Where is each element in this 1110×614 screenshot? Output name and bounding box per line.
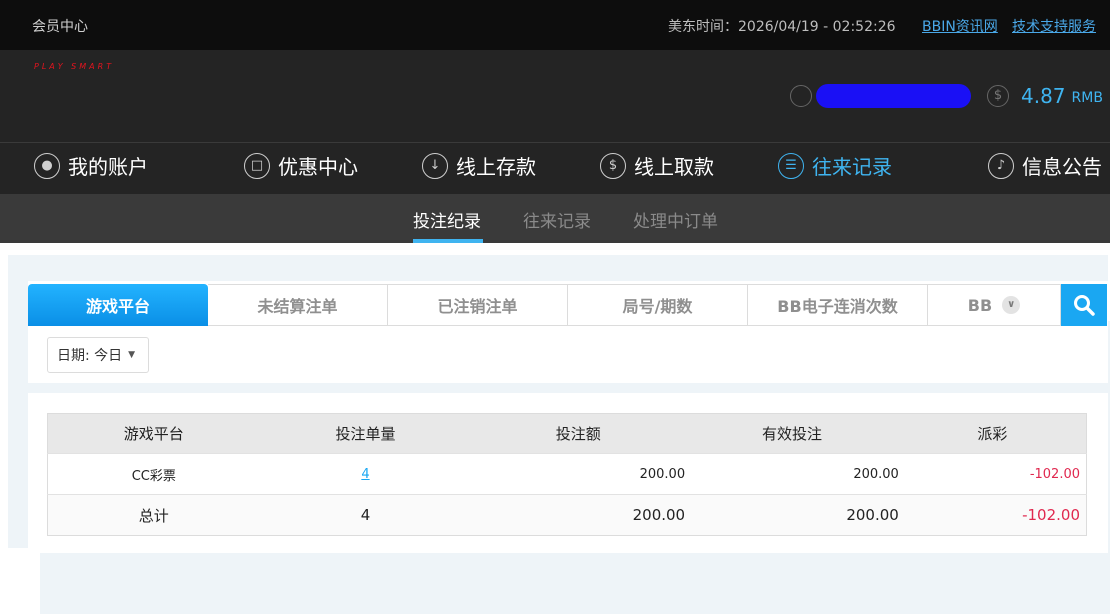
col-header-bet: 投注额 xyxy=(471,413,686,454)
total-payout: -102.00 xyxy=(898,494,1087,536)
balance-value: 4.87 xyxy=(1021,84,1066,108)
dollar-icon: $ xyxy=(987,85,1009,107)
total-count: 4 xyxy=(259,494,472,536)
col-header-valid: 有效投注 xyxy=(685,413,899,454)
tab-bb-combo[interactable]: BB电子连消次数 xyxy=(748,284,928,326)
esball-logo[interactable]: esball+ PLAY SMART xyxy=(32,62,1110,614)
nav-label: 线上存款 xyxy=(456,155,536,179)
filter-tabs: 游戏平台 未结算注单 已注销注单 局号/期数 BB电子连消次数 BB ∨ xyxy=(28,284,1107,326)
tech-support-link[interactable]: 技术支持服务 xyxy=(1012,16,1096,36)
col-header-payout: 派彩 xyxy=(898,413,1087,454)
tab-cancelled[interactable]: 已注销注单 xyxy=(388,284,568,326)
bell-icon: ♪ xyxy=(988,152,1014,179)
caret-down-icon: ▼ xyxy=(128,350,136,360)
nav-label: 线上取款 xyxy=(634,155,714,179)
withdraw-icon: $ xyxy=(600,152,626,179)
nav-label: 信息公告 xyxy=(1022,155,1102,179)
redacted-username xyxy=(816,84,971,108)
active-tab-underline xyxy=(413,239,483,243)
cell-count: 4 xyxy=(259,453,472,495)
bet-count-link[interactable]: 4 xyxy=(361,467,369,482)
nav-my-account[interactable]: ● 我的账户 xyxy=(34,151,148,180)
tab-unsettled[interactable]: 未结算注单 xyxy=(208,284,388,326)
nav-label: 往来记录 xyxy=(812,155,892,179)
account-summary: $ 4.87 RMB xyxy=(790,83,1103,109)
nav-label: 优惠中心 xyxy=(278,155,358,179)
logo-tagline: PLAY SMART xyxy=(34,62,115,71)
search-icon xyxy=(1074,295,1095,316)
us-eastern-time: 美东时间：2026/04/19 - 02:52:26 xyxy=(668,19,896,35)
tab-pending-orders[interactable]: 处理中订单 xyxy=(633,207,718,232)
nav-promotions[interactable]: □ 优惠中心 xyxy=(244,151,358,180)
search-button[interactable] xyxy=(1061,284,1107,326)
cell-valid: 200.00 xyxy=(685,453,899,495)
sub-nav: 投注纪录 往来记录 处理中订单 xyxy=(0,194,1110,243)
col-header-platform: 游戏平台 xyxy=(47,413,260,454)
tab-round-number[interactable]: 局号/期数 xyxy=(568,284,748,326)
cell-bet: 200.00 xyxy=(471,453,686,495)
tab-transactions[interactable]: 往来记录 xyxy=(523,207,591,232)
total-bet: 200.00 xyxy=(471,494,686,536)
member-center-label[interactable]: 会员中心 xyxy=(32,16,88,36)
content-area: 游戏平台 未结算注单 已注销注单 局号/期数 BB电子连消次数 BB ∨ 日期:… xyxy=(8,255,1108,553)
col-header-count: 投注单量 xyxy=(259,413,472,454)
total-valid: 200.00 xyxy=(685,494,899,536)
tab-bet-records[interactable]: 投注纪录 xyxy=(413,207,481,232)
gift-icon: □ xyxy=(244,152,270,179)
header: esball+ PLAY SMART $ 4.87 RMB xyxy=(0,50,1110,614)
deposit-icon: ↓ xyxy=(422,152,448,179)
user-icon: ● xyxy=(34,152,60,179)
cell-payout: -102.00 xyxy=(898,453,1087,495)
table-row: CC彩票 4 200.00 200.00 -102.00 xyxy=(47,453,1087,495)
nav-records[interactable]: ☰ 往来记录 xyxy=(778,151,892,180)
cell-platform: CC彩票 xyxy=(47,453,260,495)
date-dropdown[interactable]: 日期: 今日 ▼ xyxy=(47,337,149,373)
date-dropdown-label: 日期: 今日 xyxy=(57,348,123,364)
nav-label: 我的账户 xyxy=(68,155,148,179)
currency-unit: RMB xyxy=(1071,90,1103,106)
bbin-news-link[interactable]: BBIN资讯网 xyxy=(922,16,998,36)
total-label: 总计 xyxy=(47,494,260,536)
nav-withdraw[interactable]: $ 线上取款 xyxy=(600,151,714,180)
table-total-row: 总计 4 200.00 200.00 -102.00 xyxy=(47,494,1087,536)
user-icon xyxy=(790,85,812,107)
table-header-row: 游戏平台 投注单量 投注额 有效投注 派彩 xyxy=(47,413,1087,454)
tab-bb-more[interactable]: BB ∨ xyxy=(928,284,1061,326)
chevron-down-icon[interactable]: ∨ xyxy=(1002,296,1021,314)
records-icon: ☰ xyxy=(778,152,804,179)
summary-table: 游戏平台 投注单量 投注额 有效投注 派彩 CC彩票 4 200.00 200.… xyxy=(47,413,1087,536)
nav-announcements[interactable]: ♪ 信息公告 xyxy=(988,151,1102,180)
tab-bb-label: BB xyxy=(967,295,993,315)
main-nav: ● 我的账户 □ 优惠中心 ↓ 线上存款 $ 线上取款 ☰ 往来记录 ♪ 信息公… xyxy=(0,142,1110,194)
tab-game-platform[interactable]: 游戏平台 xyxy=(28,284,208,326)
top-bar: 会员中心 美东时间：2026/04/19 - 02:52:26 BBIN资讯网 … xyxy=(0,0,1110,50)
nav-deposit[interactable]: ↓ 线上存款 xyxy=(422,151,536,180)
